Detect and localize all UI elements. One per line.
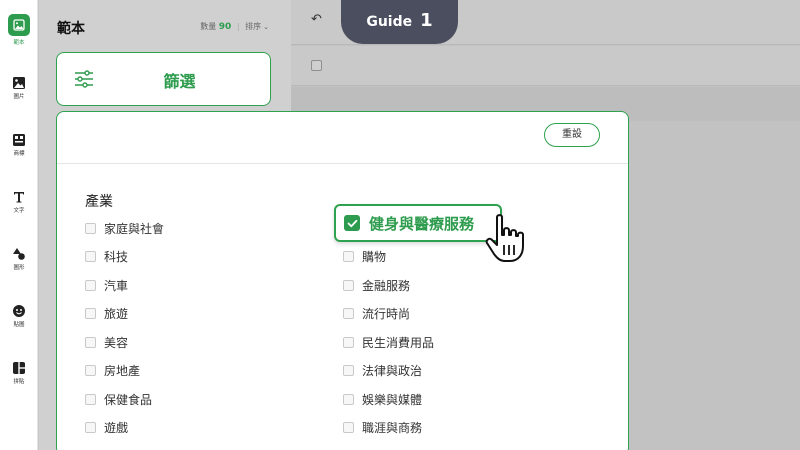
rail-label-logo: 商標 [13, 151, 25, 157]
rail-item-image[interactable]: 圖片 [0, 76, 38, 101]
option-selected-fitness-medical[interactable]: 健身與醫療服務 [334, 204, 502, 242]
guide-tab: Guide 1 [341, 0, 458, 44]
option-checkbox[interactable]: 娛樂與媒體 [343, 391, 422, 407]
option-checkbox[interactable]: 科技 [85, 248, 128, 264]
option-checkbox[interactable]: 遊戲 [85, 419, 128, 435]
rail-item-logo[interactable]: 商標 [0, 133, 38, 158]
count-separator: | [236, 22, 240, 31]
option-label: 法律與政治 [362, 363, 423, 378]
option-label: 科技 [104, 249, 129, 264]
canvas-select-row [291, 46, 800, 86]
option-label: 購物 [362, 249, 387, 264]
filter-modal-header: 重設 [57, 112, 628, 164]
checkbox[interactable] [343, 421, 354, 433]
count-value: 90 [218, 22, 232, 32]
filter-button[interactable]: 篩選 [56, 52, 271, 106]
select-all-checkbox[interactable] [311, 60, 322, 71]
rail-label-template: 範本 [13, 40, 25, 46]
rail-label-sticker: 貼圖 [13, 322, 25, 328]
checkbox[interactable] [85, 421, 96, 433]
option-checkbox[interactable]: 旅遊 [85, 305, 128, 321]
checked-checkbox-icon[interactable] [344, 215, 360, 231]
checkbox[interactable] [85, 393, 96, 405]
option-checkbox[interactable]: 法律與政治 [343, 362, 422, 378]
panel-title: 範本 [57, 21, 85, 37]
guide-step: 1 [420, 10, 433, 31]
sort-dropdown[interactable]: 排序 ⌄ [245, 22, 269, 31]
count-label: 數量 [200, 22, 217, 31]
checkbox[interactable] [343, 393, 354, 405]
filter-label: 篩選 [163, 72, 196, 91]
checkbox[interactable] [85, 250, 96, 262]
rail-label-text: 文字 [13, 208, 25, 214]
option-checkbox[interactable]: 金融服務 [343, 277, 410, 293]
checkbox[interactable] [85, 222, 96, 234]
filter-modal: 重設 產業 家庭與社會 科技 汽車 旅遊 美容 房地產 保健食品 遊戲 購物 金… [56, 111, 629, 450]
panel-count: 數量 90 | 排序 ⌄ [200, 21, 269, 32]
chevron-down-icon: ⌄ [263, 23, 269, 31]
option-label: 美容 [104, 335, 129, 350]
option-label: 保健食品 [104, 392, 153, 407]
checkbox[interactable] [343, 364, 354, 376]
option-checkbox[interactable]: 流行時尚 [343, 305, 410, 321]
hand-pointer-icon [485, 214, 524, 262]
collage-icon [13, 362, 25, 374]
undo-icon[interactable]: ↶ [311, 12, 322, 27]
industry-section-title: 產業 [85, 194, 113, 210]
rail-label-image: 圖片 [13, 94, 25, 100]
option-label: 金融服務 [362, 278, 411, 293]
option-checkbox[interactable]: 汽車 [85, 277, 128, 293]
option-checkbox[interactable]: 購物 [343, 248, 386, 264]
checkbox[interactable] [85, 307, 96, 319]
sticker-icon [13, 305, 25, 317]
checkbox[interactable] [343, 307, 354, 319]
rail-item-text[interactable]: 文字 [0, 190, 38, 215]
checkbox[interactable] [343, 250, 354, 262]
checkbox[interactable] [85, 336, 96, 348]
option-label: 家庭與社會 [104, 221, 165, 236]
checkbox[interactable] [343, 336, 354, 348]
option-checkbox[interactable]: 保健食品 [85, 391, 152, 407]
option-label: 旅遊 [104, 306, 129, 321]
rail-item-shapes[interactable]: 圖形 [0, 247, 38, 272]
option-label: 民生消費用品 [362, 335, 435, 350]
shapes-icon [13, 248, 25, 260]
checkbox[interactable] [343, 279, 354, 291]
rail-item-template[interactable]: 範本 [0, 14, 38, 47]
reset-button[interactable]: 重設 [544, 123, 600, 147]
rail-item-sticker[interactable]: 貼圖 [0, 304, 38, 329]
option-label: 娛樂與媒體 [362, 392, 423, 407]
option-checkbox[interactable]: 房地產 [85, 362, 140, 378]
tool-rail: 範本 圖片 商標 文字 圖形 貼圖 拼貼 [0, 0, 38, 450]
text-icon [14, 192, 24, 203]
option-label: 職涯與商務 [362, 420, 423, 435]
image-icon [13, 77, 25, 89]
option-checkbox[interactable]: 美容 [85, 334, 128, 350]
selected-option-label: 健身與醫療服務 [369, 214, 475, 233]
logo-icon [13, 134, 25, 146]
option-checkbox[interactable]: 家庭與社會 [85, 220, 164, 236]
sort-label: 排序 [245, 22, 262, 31]
option-label: 房地產 [104, 363, 141, 378]
option-checkbox[interactable]: 民生消費用品 [343, 334, 434, 350]
checkbox[interactable] [85, 279, 96, 291]
guide-label: Guide [366, 14, 413, 30]
rail-label-shapes: 圖形 [13, 265, 25, 271]
option-label: 遊戲 [104, 420, 129, 435]
option-checkbox[interactable]: 職涯與商務 [343, 419, 422, 435]
checkbox[interactable] [85, 364, 96, 376]
rail-label-collage: 拼貼 [13, 379, 25, 385]
option-label: 汽車 [104, 278, 129, 293]
template-icon [8, 14, 30, 36]
rail-item-collage[interactable]: 拼貼 [0, 361, 38, 386]
option-label: 流行時尚 [362, 306, 411, 321]
